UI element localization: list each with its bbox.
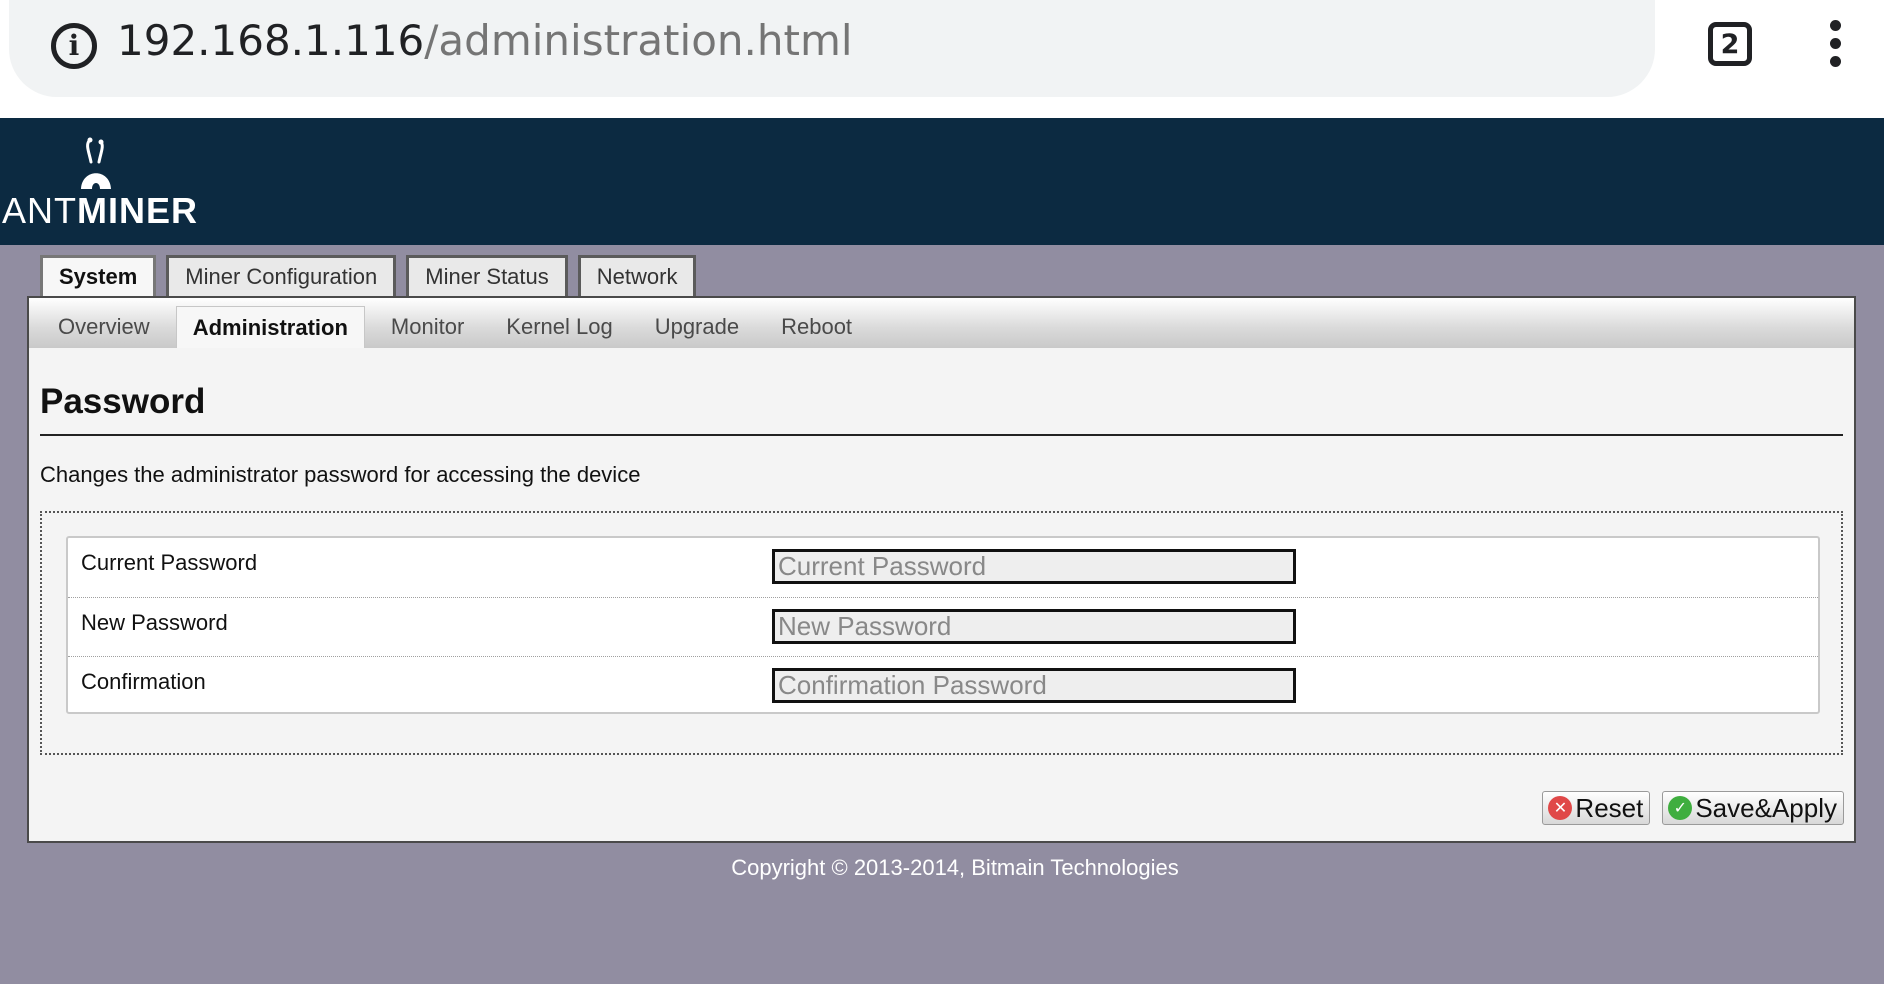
subtab-overview[interactable]: Overview	[42, 306, 166, 348]
more-vert-icon[interactable]	[1823, 20, 1847, 70]
confirmation-label: Confirmation	[81, 669, 206, 694]
logo-text-light: ANT	[2, 190, 77, 231]
title-divider	[40, 434, 1843, 436]
page-body: System Miner Configuration Miner Status …	[0, 245, 1884, 984]
reset-button[interactable]: ✕ Reset	[1542, 791, 1651, 825]
url-host: 192.168.1.116	[117, 16, 425, 65]
tab-switcher-button[interactable]: 2	[1708, 22, 1752, 66]
subtab-kernel-log[interactable]: Kernel Log	[490, 306, 628, 348]
url-text[interactable]: 192.168.1.116/administration.html	[117, 16, 853, 65]
section-description: Changes the administrator password for a…	[40, 462, 641, 487]
info-icon[interactable]: i	[51, 23, 97, 69]
form-actions: ✕ Reset ✓ Save&Apply	[1542, 791, 1844, 825]
field-row-new-password: New Password New Password	[68, 597, 1818, 656]
new-password-label: New Password	[81, 610, 228, 635]
url-path: /administration.html	[424, 16, 853, 65]
password-fieldset: Current Password Current Password New Pa…	[40, 511, 1843, 755]
address-bar[interactable]: i 192.168.1.116/administration.html	[9, 0, 1655, 97]
reset-icon: ✕	[1548, 796, 1573, 820]
save-apply-button[interactable]: ✓ Save&Apply	[1662, 791, 1844, 825]
new-password-input[interactable]: New Password	[772, 609, 1296, 644]
check-icon: ✓	[1668, 796, 1693, 820]
section-title: Password	[40, 382, 206, 421]
antminer-logo: ANTMINER	[0, 132, 197, 244]
current-password-label: Current Password	[81, 550, 258, 575]
header-banner: ANTMINER	[0, 118, 1884, 245]
logo-text-bold: MINER	[77, 190, 198, 231]
tab-system[interactable]: System	[40, 255, 157, 297]
subtab-upgrade[interactable]: Upgrade	[639, 306, 755, 348]
content-panel: Overview Administration Monitor Kernel L…	[27, 296, 1856, 843]
tab-network[interactable]: Network	[577, 255, 697, 297]
field-row-current-password: Current Password Current Password	[68, 538, 1818, 597]
save-apply-label: Save&Apply	[1695, 793, 1837, 823]
field-row-confirmation: Confirmation Confirmation Password	[68, 656, 1818, 715]
browser-chrome: i 192.168.1.116/administration.html 2	[0, 0, 1884, 118]
subtab-monitor[interactable]: Monitor	[375, 306, 480, 348]
reset-label: Reset	[1575, 793, 1644, 823]
main-tabs: System Miner Configuration Miner Status …	[40, 255, 697, 297]
sub-tabs: Overview Administration Monitor Kernel L…	[29, 298, 1854, 348]
subtab-reboot[interactable]: Reboot	[765, 306, 868, 348]
copyright-footer: Copyright © 2013-2014, Bitmain Technolog…	[731, 855, 1179, 880]
password-fields-table: Current Password Current Password New Pa…	[66, 536, 1820, 714]
ant-logo-icon	[81, 137, 111, 189]
subtab-administration[interactable]: Administration	[175, 306, 365, 348]
confirmation-password-input[interactable]: Confirmation Password	[772, 668, 1296, 703]
tab-miner-status[interactable]: Miner Status	[406, 255, 568, 297]
tab-miner-configuration[interactable]: Miner Configuration	[166, 255, 397, 297]
current-password-input[interactable]: Current Password	[772, 549, 1296, 584]
